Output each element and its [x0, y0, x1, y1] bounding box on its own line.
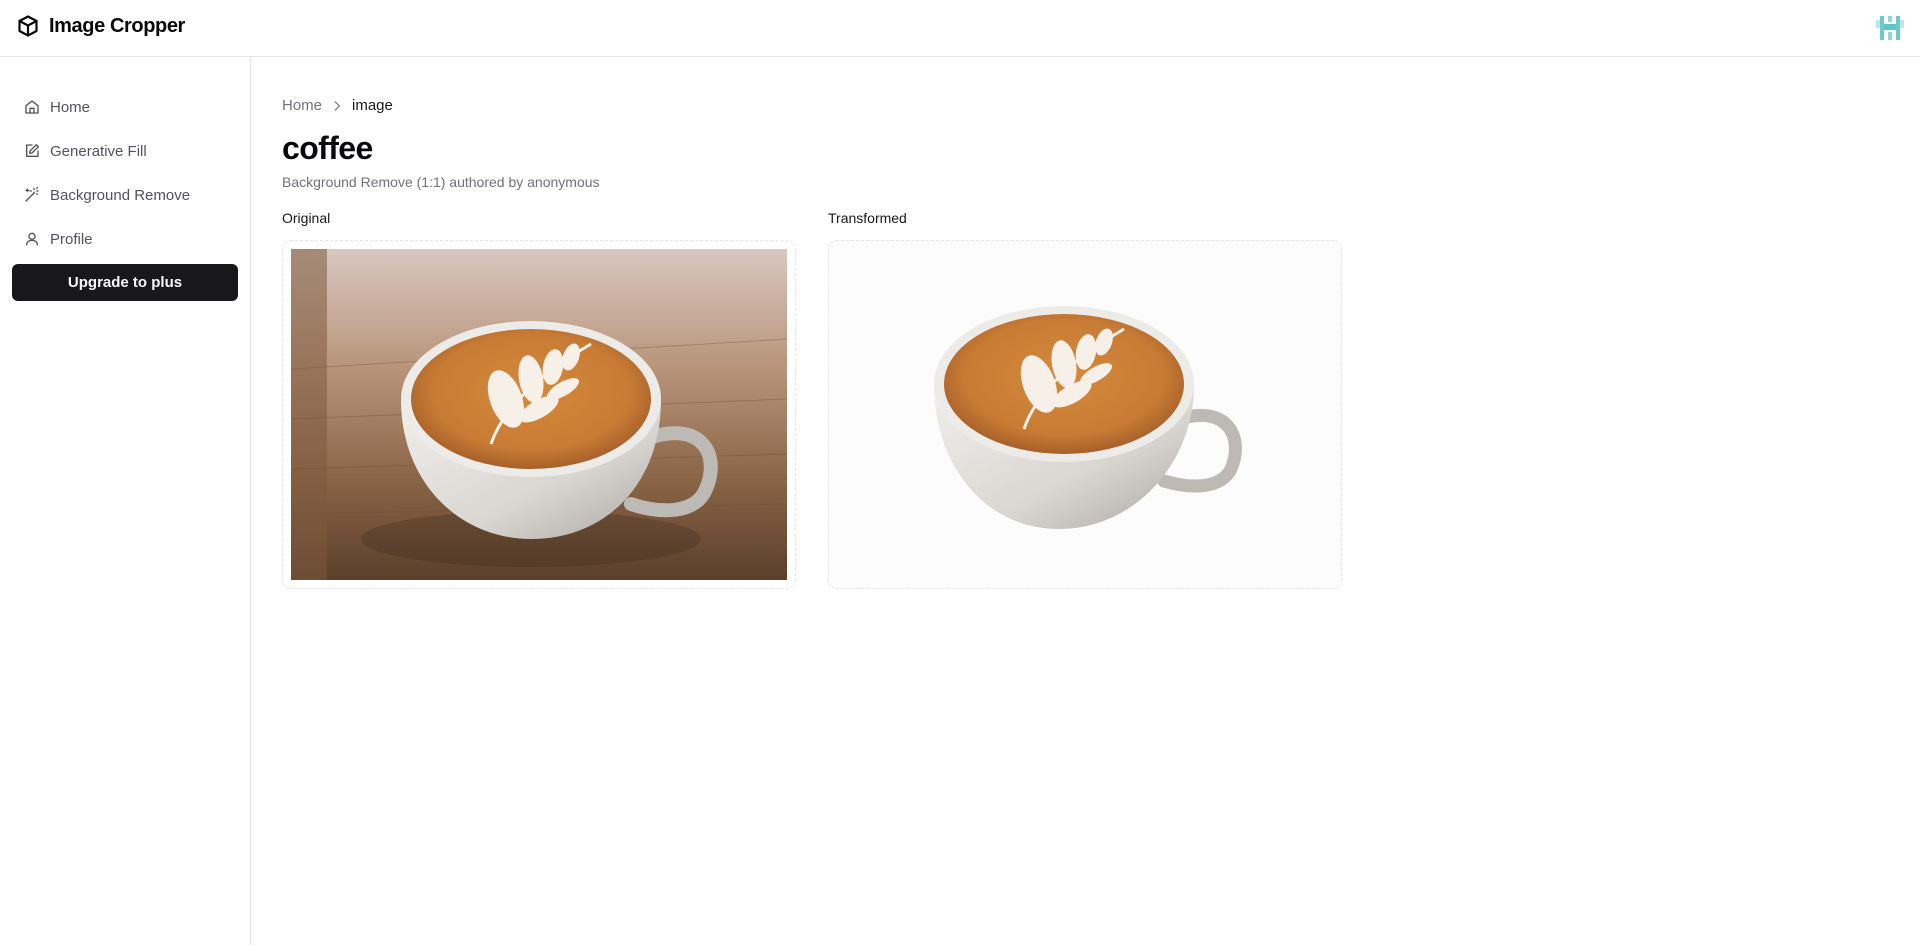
brand[interactable]: Image Cropper	[16, 14, 185, 38]
sidebar-item-profile[interactable]: Profile	[12, 221, 238, 257]
identicon-icon	[1876, 16, 1904, 40]
app-name: Image Cropper	[49, 14, 185, 37]
top-bar: Image Cropper	[0, 0, 1920, 57]
magic-wand-icon	[25, 187, 39, 202]
transformed-image-panel	[828, 240, 1342, 589]
home-icon	[25, 100, 39, 114]
sidebar: Home Generative Fill Background Remove P…	[0, 57, 251, 945]
transformed-label: Transformed	[828, 210, 907, 226]
sidebar-item-generative-fill[interactable]: Generative Fill	[12, 133, 238, 169]
page-title: coffee	[282, 130, 373, 166]
original-image	[291, 249, 787, 580]
cube-icon	[18, 15, 38, 37]
avatar[interactable]	[1874, 12, 1906, 44]
original-image-panel	[282, 240, 796, 589]
breadcrumb-home-link[interactable]: Home	[282, 97, 322, 114]
breadcrumb-current: image	[352, 97, 393, 114]
page-subtitle: Background Remove (1:1) authored by anon…	[282, 174, 600, 190]
sidebar-item-label: Generative Fill	[50, 142, 147, 160]
user-icon	[26, 232, 38, 246]
edit-square-icon	[26, 144, 39, 157]
transformed-image	[934, 306, 1242, 529]
main-content: Home image coffee Background Remove (1:1…	[252, 57, 1920, 945]
sidebar-item-label: Profile	[50, 230, 93, 248]
upgrade-button[interactable]: Upgrade to plus	[12, 264, 238, 301]
sidebar-item-label: Home	[50, 98, 91, 116]
original-label: Original	[282, 210, 331, 226]
sidebar-item-background-remove[interactable]: Background Remove	[12, 177, 238, 213]
sidebar-item-home[interactable]: Home	[12, 89, 238, 125]
chevron-right-icon	[334, 100, 340, 111]
breadcrumb: Home image	[282, 97, 393, 114]
sidebar-item-label: Background Remove	[50, 186, 191, 204]
